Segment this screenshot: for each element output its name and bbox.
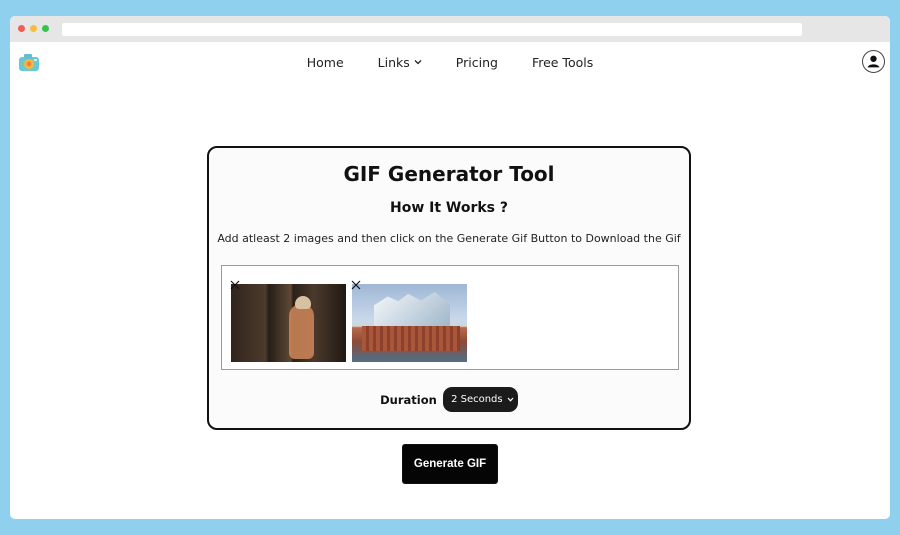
main-navigation: Home Links Pricing Free Tools (10, 42, 890, 82)
uploaded-images-area[interactable] (221, 265, 679, 370)
generate-gif-button[interactable]: Generate GIF (402, 444, 498, 484)
browser-window: Home Links Pricing Free Tools GIF Genera… (10, 16, 890, 519)
nav-links-label: Links (377, 54, 410, 70)
how-it-works-heading: How It Works ? (389, 200, 509, 216)
duration-select[interactable]: 2 Seconds (442, 387, 518, 412)
browser-toolbar (10, 16, 890, 42)
site-navbar: Home Links Pricing Free Tools (10, 42, 890, 82)
close-icon[interactable] (229, 279, 241, 291)
chevron-down-icon (507, 397, 514, 402)
duration-selected-value: 2 Seconds (451, 394, 503, 405)
window-maximize-dot[interactable] (42, 25, 49, 32)
gif-generator-card: GIF Generator Tool How It Works ? Add at… (207, 146, 691, 430)
nav-free-tools-link[interactable]: Free Tools (532, 55, 593, 70)
window-minimize-dot[interactable] (30, 25, 37, 32)
duration-label: Duration (380, 392, 437, 407)
address-bar[interactable] (62, 23, 802, 36)
window-close-dot[interactable] (18, 25, 25, 32)
uploaded-image-library[interactable] (231, 284, 346, 362)
uploaded-image-building[interactable] (352, 284, 467, 362)
chevron-down-icon (414, 60, 422, 65)
user-account-icon[interactable] (862, 50, 885, 73)
instructions-text: Add atleast 2 images and then click on t… (217, 232, 681, 245)
nav-pricing-link[interactable]: Pricing (456, 55, 498, 70)
nav-home-link[interactable]: Home (307, 55, 344, 70)
close-icon[interactable] (350, 279, 362, 291)
duration-control: Duration 2 Seconds (209, 387, 689, 412)
nav-links-dropdown[interactable]: Links (378, 55, 422, 70)
tool-title: GIF Generator Tool (343, 162, 555, 186)
